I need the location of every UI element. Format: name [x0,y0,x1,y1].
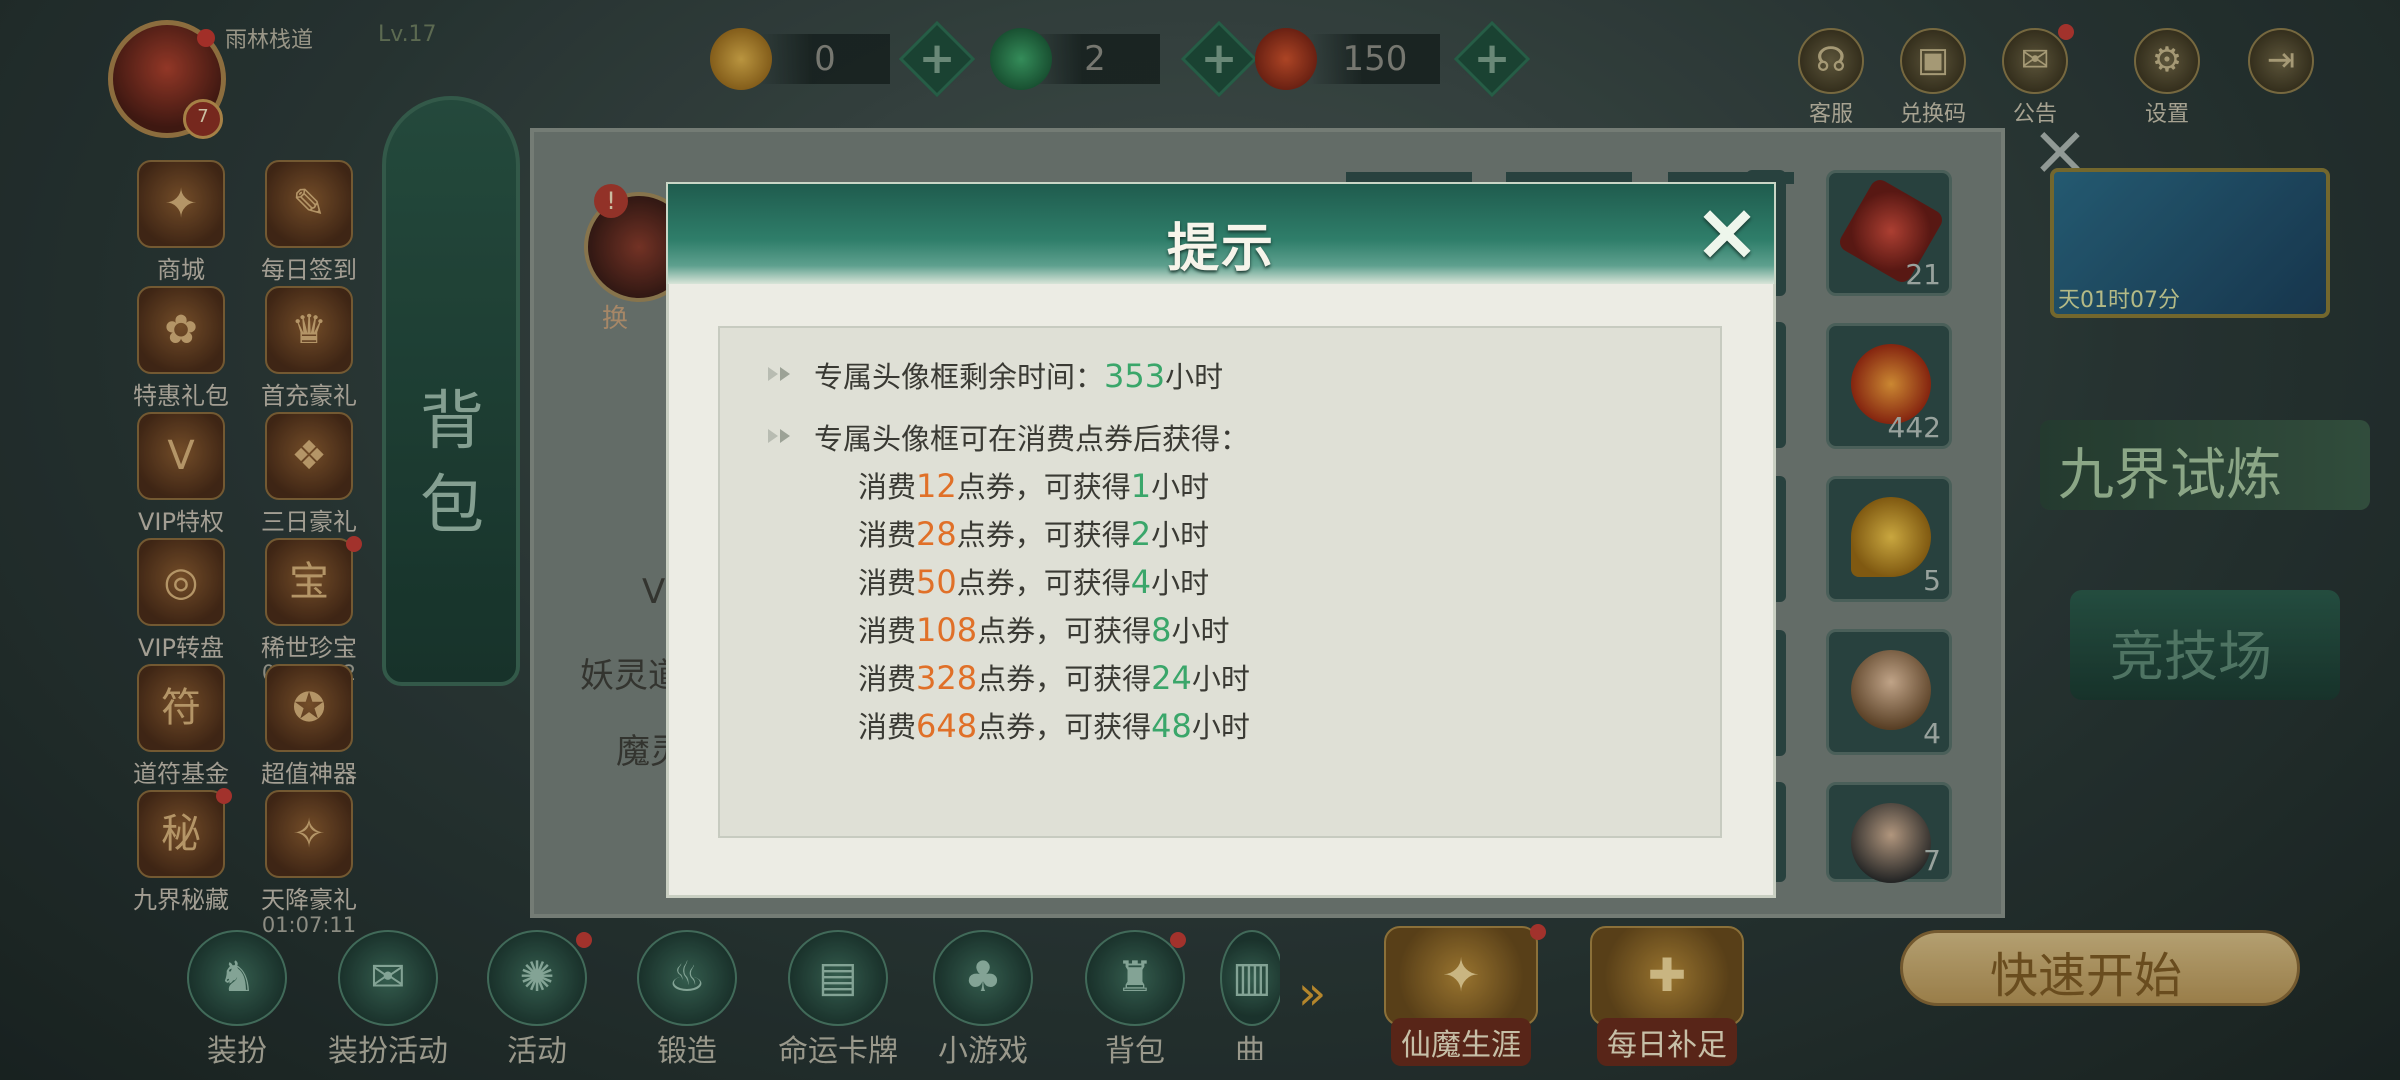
tier-line: 消费50点券，可获得4小时 [858,560,1209,602]
remaining-time-line: 专属头像框剩余时间：353小时 [814,354,1223,396]
spend-prefix: 消费 [858,566,917,600]
hours-unit: 小时 [1191,662,1250,696]
tier-cost: 50 [916,563,957,601]
obtain-description: 专属头像框可在消费点券后获得： [814,422,1250,456]
spend-prefix: 消费 [858,470,917,504]
tier-line: 消费328点券，可获得24小时 [858,656,1250,698]
hours-unit: 小时 [1151,566,1210,600]
tier-hours: 48 [1151,707,1192,745]
hours-unit: 小时 [1151,518,1210,552]
bullet-arrow-icon [766,426,802,446]
bullet-arrow-icon [766,364,802,384]
hours-unit: 小时 [1171,614,1230,648]
spend-prefix: 消费 [858,518,917,552]
hours-unit: 小时 [1191,710,1250,744]
spend-unit: 点券，可获得 [977,614,1152,648]
tier-line: 消费12点券，可获得1小时 [858,464,1209,506]
tier-hours: 2 [1130,515,1152,553]
hours-unit: 小时 [1151,470,1210,504]
tier-cost: 328 [916,659,978,697]
tier-cost: 108 [916,611,978,649]
remaining-value: 353 [1104,357,1166,395]
tier-hours: 1 [1130,467,1152,505]
spend-prefix: 消费 [858,614,917,648]
tier-cost: 12 [916,467,957,505]
spend-unit: 点券，可获得 [956,470,1131,504]
dialog-title: 提示 [1166,219,1275,279]
dialog-close-icon[interactable]: × [1692,192,1762,272]
tier-line: 消费108点券，可获得8小时 [858,608,1229,650]
tier-cost: 648 [916,707,978,745]
tip-dialog: 提示 × 专属头像框剩余时间：353小时 专属头像框可在消费点券后获得： 消费1… [666,182,1776,898]
tier-line: 消费648点券，可获得48小时 [858,704,1250,746]
tier-cost: 28 [916,515,957,553]
remaining-unit: 小时 [1165,360,1224,394]
spend-unit: 点券，可获得 [977,710,1152,744]
spend-unit: 点券，可获得 [977,662,1152,696]
remaining-label: 专属头像框剩余时间： [814,360,1105,394]
spend-prefix: 消费 [858,662,917,696]
tier-hours: 4 [1130,563,1152,601]
tier-line: 消费28点券，可获得2小时 [858,512,1209,554]
spend-unit: 点券，可获得 [956,518,1131,552]
tier-hours: 24 [1151,659,1192,697]
spend-unit: 点券，可获得 [956,566,1131,600]
tier-hours: 8 [1151,611,1172,649]
spend-prefix: 消费 [858,710,917,744]
